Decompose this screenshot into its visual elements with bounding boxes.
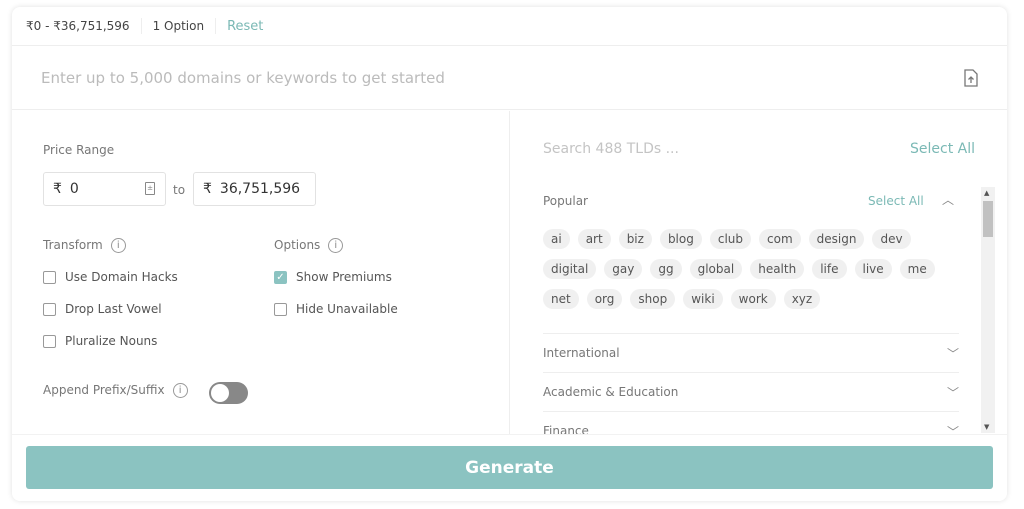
info-icon[interactable]: i [110, 238, 126, 253]
tld-tag[interactable]: dev [872, 229, 911, 249]
tld-tag[interactable]: art [577, 229, 611, 249]
max-price-input[interactable]: ₹ 36,751,596 [193, 172, 316, 206]
hide-unavailable-checkbox[interactable]: Hide Unavailable [274, 302, 398, 316]
tld-tag[interactable]: health [750, 259, 805, 279]
popular-tld-tags: ai art biz blog club com design dev digital gay gg… [543, 229, 943, 309]
select-all-tlds-button[interactable]: Select All [910, 141, 975, 157]
to-label: to [173, 183, 186, 197]
tld-tag[interactable]: net [543, 289, 579, 309]
options-summary: 1 Option [152, 19, 205, 33]
currency-symbol: ₹ [203, 181, 212, 197]
drop-last-vowel-checkbox[interactable]: Drop Last Vowel [43, 302, 162, 316]
tld-tag[interactable]: live [854, 259, 892, 279]
tld-tag[interactable]: me [899, 259, 935, 279]
min-price-value: 0 [69, 181, 79, 197]
tld-tag[interactable]: org [586, 289, 623, 309]
select-all-popular-button[interactable]: Select All [868, 194, 924, 208]
tld-tag[interactable]: biz [618, 229, 652, 249]
pluralize-nouns-checkbox[interactable]: Pluralize Nouns [43, 334, 157, 348]
reset-link[interactable]: Reset [227, 19, 263, 34]
keyword-search [12, 46, 1007, 110]
price-summary: ₹0 - ₹36,751,596 [26, 19, 130, 33]
use-domain-hacks-checkbox[interactable]: Use Domain Hacks [43, 270, 178, 284]
domain-generator-card: ₹0 - ₹36,751,596 1 Option Reset Price Ra… [12, 7, 1007, 501]
options-panel: Price Range ₹ 0 ± to ₹ 36,751,596 Transf… [12, 111, 510, 434]
append-toggle[interactable] [209, 382, 248, 404]
info-icon[interactable]: i [172, 383, 188, 398]
tld-search-input[interactable]: Search 488 TLDs ... [543, 141, 679, 157]
tld-tag[interactable]: work [730, 289, 776, 309]
scrollbar-thumb[interactable] [983, 201, 993, 237]
chevron-down-icon: ﹀ [946, 346, 959, 361]
min-price-input[interactable]: ₹ 0 ± [43, 172, 166, 206]
tld-tag[interactable]: com [759, 229, 801, 249]
price-range-label: Price Range [43, 143, 115, 157]
tld-tag[interactable]: xyz [783, 289, 821, 309]
tld-tag[interactable]: gay [604, 259, 643, 279]
tld-panel: Search 488 TLDs ... Select All Popular S… [510, 111, 1007, 439]
filter-summary: ₹0 - ₹36,751,596 1 Option Reset [12, 7, 1007, 46]
tld-tag[interactable]: digital [543, 259, 597, 279]
append-label: Append Prefix/Suffix i [43, 383, 188, 398]
tld-tag[interactable]: ai [543, 229, 570, 249]
options-label: Options i [274, 238, 344, 253]
tld-tag[interactable]: wiki [683, 289, 723, 309]
divider [215, 18, 217, 34]
category-academic-education[interactable]: Academic & Education ﹀ [543, 372, 959, 411]
divider [140, 18, 142, 34]
tld-tag[interactable]: design [808, 229, 865, 249]
max-price-value: 36,751,596 [219, 181, 301, 197]
chevron-up-icon[interactable]: ︿ [942, 191, 954, 208]
category-international[interactable]: International ﹀ [543, 333, 959, 372]
currency-symbol: ₹ [53, 181, 62, 197]
tld-tag[interactable]: life [812, 259, 847, 279]
calculator-icon[interactable]: ± [145, 182, 155, 195]
generate-button[interactable]: Generate [26, 446, 993, 489]
scrollbar[interactable]: ▲ ▼ [981, 187, 995, 433]
show-premiums-checkbox[interactable]: ✓ Show Premiums [274, 270, 392, 284]
tld-tag[interactable]: global [689, 259, 743, 279]
tld-tag[interactable]: shop [630, 289, 676, 309]
popular-label: Popular [543, 194, 588, 208]
info-icon[interactable]: i [328, 238, 344, 253]
chevron-down-icon: ﹀ [946, 385, 959, 400]
tld-tag[interactable]: club [709, 229, 752, 249]
tld-tag[interactable]: gg [650, 259, 682, 279]
transform-label: Transform i [43, 238, 126, 253]
keywords-input[interactable] [41, 68, 741, 87]
tld-tag[interactable]: blog [659, 229, 702, 249]
file-upload-icon[interactable] [963, 68, 979, 87]
